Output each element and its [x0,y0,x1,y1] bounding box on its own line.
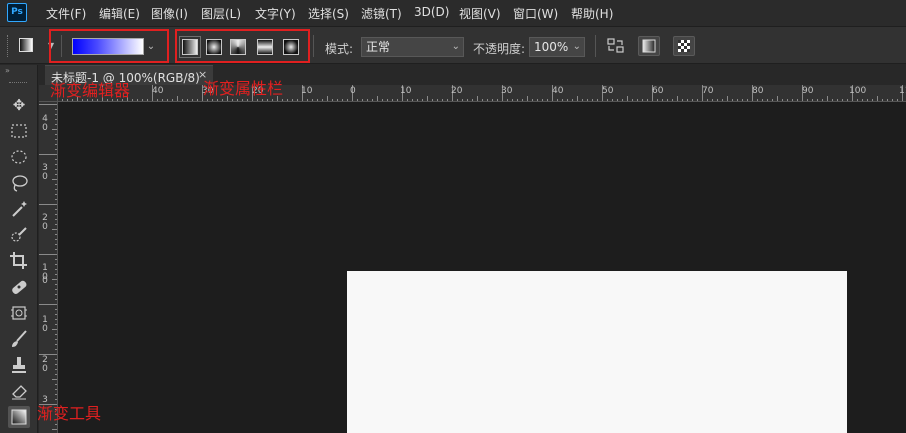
menu-select[interactable]: 选择(S) [308,5,349,22]
ruler-label: 1 0 [42,315,48,334]
ruler-label: 10 [301,86,313,96]
ruler-label: 100 [849,86,867,96]
menu-edit[interactable]: 编辑(E) [99,5,140,22]
patch-tool[interactable] [8,302,30,324]
lasso-tool[interactable] [8,172,30,194]
magic-wand-tool[interactable] [8,198,30,220]
eraser-icon [12,385,27,400]
gradient-tool[interactable] [8,406,30,428]
divider [595,35,596,57]
gradient-editor-highlight [49,29,169,63]
clone-stamp-tool[interactable] [8,354,30,376]
move-tool[interactable]: ✥ [8,94,30,116]
ruler-label: 4 0 [42,114,48,133]
opacity-label: 不透明度: [473,42,526,56]
ruler-label: 70 [702,86,714,96]
magic-wand-icon [12,201,27,217]
clone-stamp-icon [12,357,26,373]
toolbar-grip [9,82,27,84]
mode-value: 正常 [366,40,391,54]
ruler-label: 20 [451,86,463,96]
move-icon: ✥ [12,96,26,114]
lasso-icon [12,175,28,192]
collapse-panel-icon[interactable]: » [5,66,10,75]
menu-window[interactable]: 窗口(W) [513,5,558,22]
ruler-label: 2 0 [42,355,48,374]
ruler-label: 10 [400,86,412,96]
opacity-field[interactable]: 100% ⌄ [529,37,585,57]
quick-select-tool[interactable] [8,224,30,246]
ruler-label: 40 [552,86,564,96]
ellipse-marquee-icon [11,150,27,164]
ruler-label: 3 0 [42,163,48,182]
healing-brush-icon [12,280,27,294]
healing-brush-tool[interactable] [8,276,30,298]
ruler-label: 2 0 [42,213,48,232]
menu-3d[interactable]: 3D(D) [414,5,449,19]
chevron-down-icon: ⌄ [572,41,581,52]
ruler-label: 110 [899,86,906,96]
horizontal-ruler[interactable]: 40 30 20 10 0 10 20 30 40 50 60 70 80 90… [58,85,906,102]
menu-file[interactable]: 文件(F) [46,5,86,22]
opacity-value: 100% [534,40,569,54]
gradient-properties-annotation: 渐变属性栏 [203,79,284,98]
transparency-icon[interactable] [673,36,695,56]
ruler-label: 50 [602,86,614,96]
brush-tool[interactable] [8,328,30,350]
patch-icon [11,306,27,320]
gradient-preset-icon [19,38,33,52]
menu-help[interactable]: 帮助(H) [571,5,613,22]
tools-panel: » ✥ [0,65,38,433]
menu-bar: Ps 文件(F) 编辑(E) 图像(I) 图层(L) 文字(Y) 选择(S) 滤… [0,0,906,26]
ruler-label: 40 [152,86,164,96]
menu-view[interactable]: 视图(V) [459,5,501,22]
canvas-workspace[interactable] [58,102,906,433]
gradient-editor-annotation: 渐变编辑器 [50,81,131,100]
document-canvas[interactable] [347,271,847,433]
crop-tool[interactable] [8,250,30,272]
ruler-label: 60 [652,86,664,96]
menu-filter[interactable]: 滤镜(T) [361,5,402,22]
gradient-properties-highlight [175,29,310,63]
ruler-label: 90 [802,86,814,96]
chevron-down-icon: ⌄ [451,41,460,52]
photoshop-logo: Ps [7,3,27,22]
crop-icon [10,252,27,269]
divider [313,35,314,57]
eraser-tool[interactable] [8,380,30,402]
ruler-label: 0 [350,86,356,96]
quick-select-icon [11,227,27,242]
menu-type[interactable]: 文字(Y) [255,5,296,22]
rect-marquee-tool[interactable] [8,120,30,142]
ruler-label: 80 [752,86,764,96]
mode-label: 模式: [325,42,354,56]
tool-preset-picker[interactable]: ▼ [19,36,54,54]
menu-image[interactable]: 图像(I) [151,5,188,22]
vertical-ruler[interactable]: 4 0 3 0 2 0 1 0 0 1 0 2 0 3 [39,102,58,433]
ruler-label: 0 [42,276,48,286]
gradient-tool-icon [11,409,27,425]
menu-layer[interactable]: 图层(L) [201,5,241,22]
gradient-tool-annotation: 渐变工具 [37,404,102,423]
horizontal-ruler-ticks [62,85,903,101]
brush-icon [12,330,27,347]
ruler-label: 30 [501,86,513,96]
mode-select[interactable]: 正常 ⌄ [361,37,464,57]
dither-icon[interactable] [638,36,660,56]
rect-marquee-icon [11,124,27,138]
options-grip [7,35,10,57]
ellipse-marquee-tool[interactable] [8,146,30,168]
reverse-icon[interactable] [605,36,627,56]
